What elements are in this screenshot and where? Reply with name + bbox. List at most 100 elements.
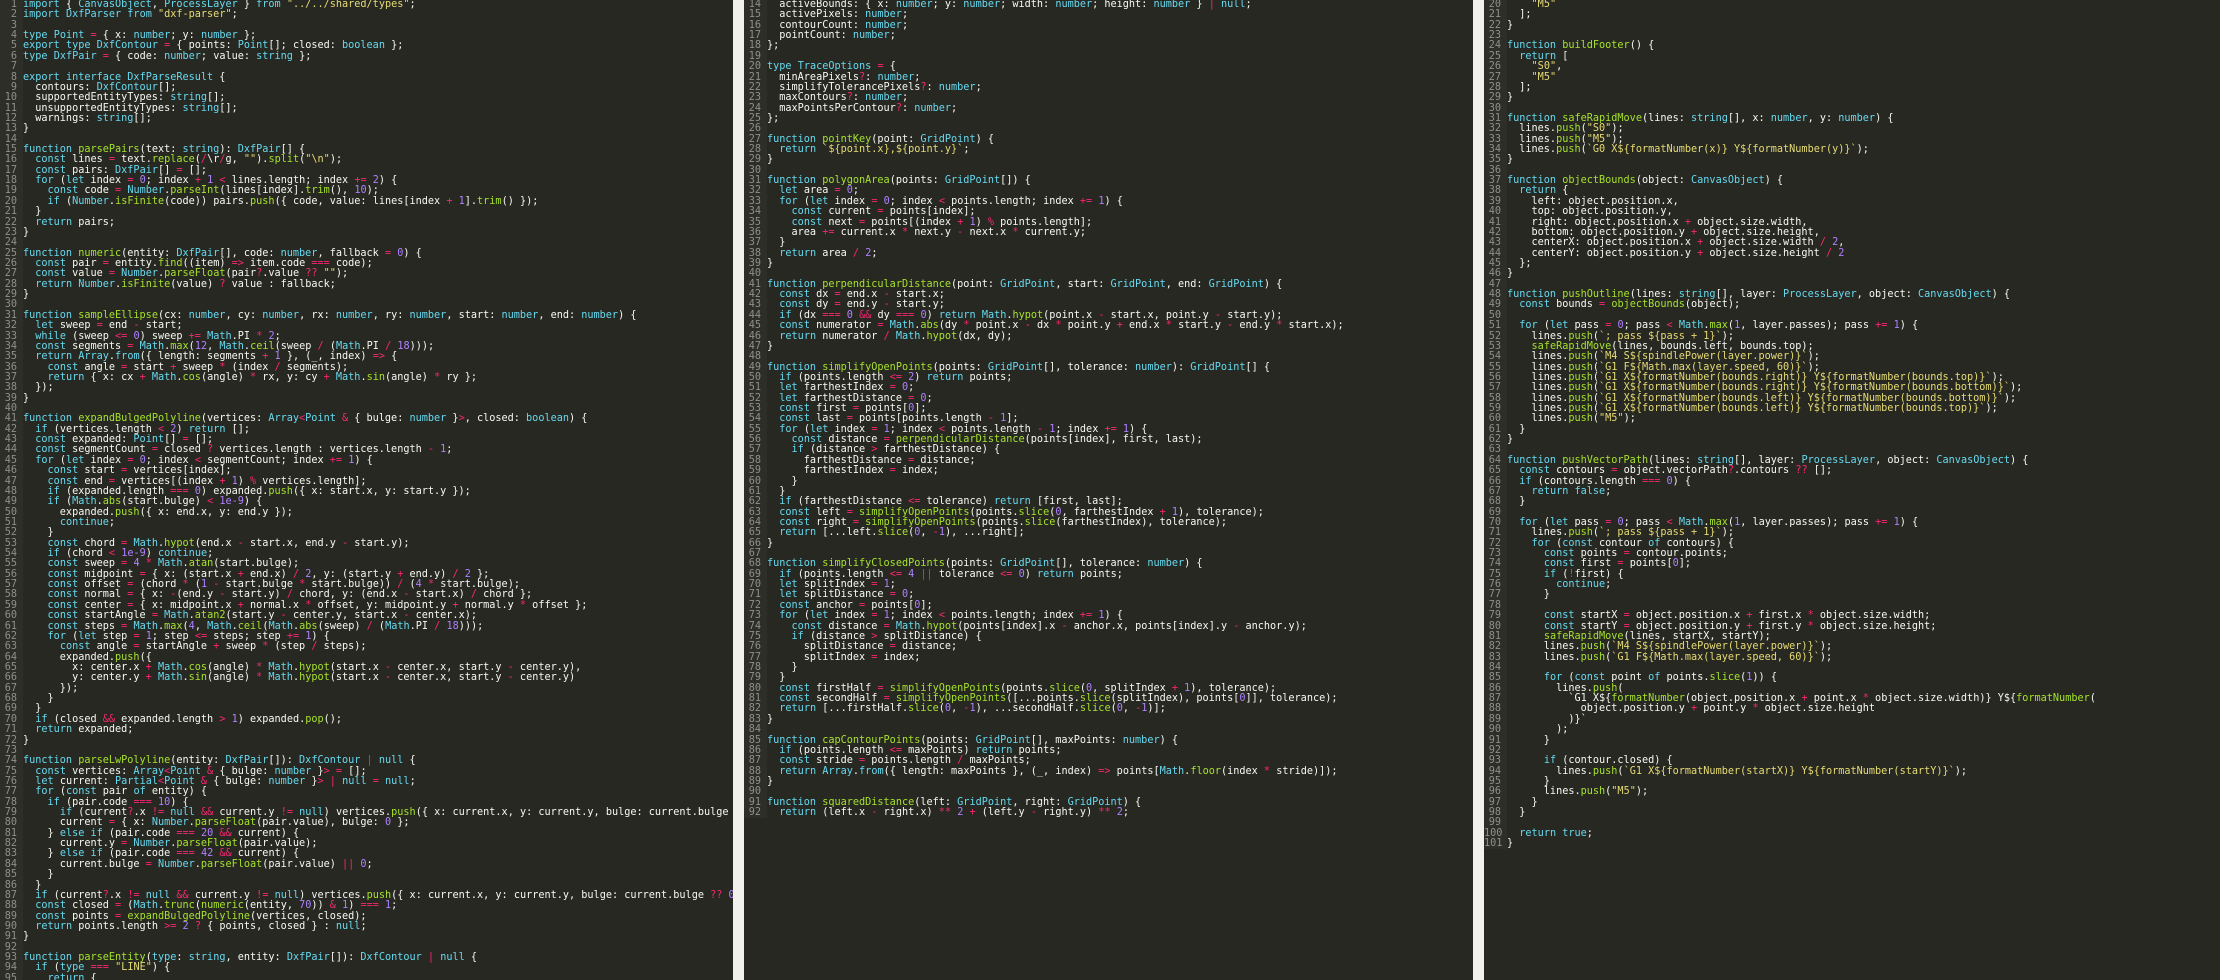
code-line[interactable]: 37 function objectBounds(object: CanvasOb… — [1484, 175, 2220, 187]
code-line[interactable]: 29} — [744, 155, 1473, 166]
code-line[interactable]: 44 centerY: object.position.y + object.s… — [1484, 248, 2220, 259]
code-line[interactable]: 45 const numerator = Math.abs(dy * point… — [744, 320, 1473, 332]
editor-pane-right[interactable]: 20 "M5" 21 ]; 22} 23 24 function buildFooter(… — [1484, 0, 2220, 980]
code-line[interactable]: 25}; — [744, 113, 1473, 125]
code-line[interactable]: 29} — [1484, 92, 2220, 104]
code-line[interactable]: 100 return true; — [1484, 828, 2220, 840]
code-line[interactable]: 27 "M5" — [1484, 72, 2220, 83]
code-line[interactable]: 2 import DxfParser from "dxf-parser"; — [0, 9, 733, 21]
code-line[interactable]: 32 let sweep = end - start; — [0, 320, 733, 332]
code-line[interactable]: 67 }); — [0, 683, 733, 695]
code-line[interactable]: 24 function buildFooter() { — [1484, 41, 2220, 52]
code-line[interactable]: 47} — [744, 341, 1473, 353]
code-line[interactable]: 101} — [1484, 838, 2220, 850]
code-line[interactable]: 91} — [0, 931, 733, 943]
code-line[interactable]: 88 object.position.y + point.y * object.… — [1484, 704, 2220, 715]
code-line[interactable]: 98 } — [1484, 807, 2220, 819]
code-line[interactable]: 28 return `${point.x},${point.y}`; — [744, 144, 1473, 156]
editor-pane-left[interactable]: 1 import { CanvasObject, ProcessLayer } f… — [0, 0, 733, 980]
code-line[interactable]: 37 return { x: cx + Math.cos(angle) * rx… — [0, 372, 733, 384]
code-line[interactable]: 21 ]; — [1484, 9, 2220, 21]
code-line[interactable]: 97 } — [1484, 797, 2220, 809]
code-text: warnings: string[]; — [23, 112, 152, 124]
code-line[interactable]: 22 return pairs; — [0, 217, 733, 228]
code-line[interactable]: 82 return [...firstHalf.slice(0, -1), ..… — [744, 704, 1473, 715]
code-line[interactable]: 66} — [744, 538, 1473, 550]
code-line[interactable]: 49 const bounds = objectBounds(object); — [1484, 300, 2220, 311]
code-line[interactable]: 68 } — [0, 693, 733, 705]
code-line[interactable]: 23} — [0, 227, 733, 239]
code-text: return (left.x - right.x) ** 2 + (left.y… — [779, 807, 1130, 819]
code-line[interactable]: 38 }); — [0, 382, 733, 394]
code-text: lines.push(`G1 X${formatNumber(startX)} … — [1507, 765, 1968, 777]
code-line[interactable]: 51 for (let pass = 0; pass < Math.max(1,… — [1484, 320, 2220, 332]
code-line[interactable]: 6 type DxfPair = { code: number; value: s… — [0, 51, 733, 63]
code-line[interactable]: 91 } — [1484, 734, 2220, 746]
code-line[interactable]: 29} — [0, 289, 733, 301]
code-line[interactable]: 77 splitIndex = index; — [744, 652, 1473, 663]
code-line[interactable]: 60 lines.push("M5"); — [1484, 414, 2220, 425]
code-line[interactable]: 94 lines.push(`G1 X${formatNumber(startX… — [1484, 765, 2220, 777]
code-line[interactable]: 94 if (type === "LINE") { — [0, 963, 733, 974]
code-line[interactable]: 66 y: center.y + Math.sin(angle) * Math.… — [0, 672, 733, 684]
code-line[interactable]: 84 current.bulge = Number.parseFloat(pai… — [0, 859, 733, 871]
code-line[interactable]: 39} — [0, 393, 733, 405]
code-line[interactable]: 25 return [ — [1484, 51, 2220, 63]
code-line[interactable]: 34 lines.push(`G0 X${formatNumber(x)} Y$… — [1484, 144, 2220, 156]
code-line[interactable]: 45 }; — [1484, 258, 2220, 270]
code-line[interactable]: 99 — [1484, 818, 2220, 829]
code-line[interactable]: 34 const current = points[index]; — [744, 206, 1473, 218]
code-line[interactable]: 96 lines.push("M5"); — [1484, 786, 2220, 798]
editor-pane-middle[interactable]: 14 activeBounds: { x: number; y: number;… — [744, 0, 1473, 980]
code-line[interactable]: 28 return Number.isFinite(value) ? value… — [0, 278, 733, 291]
code-line[interactable]: 61 } — [1484, 424, 2220, 436]
code-line[interactable]: 62} — [1484, 434, 2220, 446]
code-line[interactable]: 85 } — [0, 869, 733, 881]
code-line[interactable]: 78 } — [744, 662, 1473, 674]
code-line[interactable]: 40 top: object.position.y, — [1484, 206, 2220, 218]
code-line[interactable]: 79 const startX = object.position.x + fi… — [1484, 610, 2220, 622]
code-line[interactable]: 60 } — [744, 476, 1473, 487]
code-line[interactable]: 88 return Array.from({ length: maxPoints… — [744, 766, 1473, 777]
code-line[interactable]: 17 pointCount: number; — [744, 30, 1473, 42]
code-line[interactable]: 20 "M5" — [1484, 0, 2220, 11]
code-line[interactable]: 73 for (let index = 1; index < points.le… — [744, 610, 1473, 622]
code-line[interactable]: 39} — [744, 258, 1473, 270]
code-line[interactable]: 28 ]; — [1484, 82, 2220, 94]
code-line[interactable]: 65 return [...left.slice(0, -1), ...righ… — [744, 527, 1473, 539]
code-line[interactable]: 71 return expanded; — [0, 724, 733, 736]
code-line[interactable]: 59 farthestIndex = index; — [744, 465, 1473, 477]
code-line[interactable]: 18}; — [744, 41, 1473, 52]
code-line[interactable]: 13} — [0, 123, 733, 135]
code-line[interactable]: 67 return false; — [1484, 486, 2220, 498]
code-line[interactable]: 20 type TraceOptions = { — [744, 61, 1473, 73]
code-line[interactable]: 20 if (Number.isFinite(code)) pairs.push… — [0, 196, 733, 208]
code-line[interactable]: 95 return { — [0, 973, 733, 980]
code-line[interactable]: 21 } — [0, 206, 733, 218]
code-line[interactable]: 83} — [744, 714, 1473, 726]
code-line[interactable]: 92 return (left.x - right.x) ** 2 + (lef… — [744, 807, 1473, 819]
code-line[interactable]: 51 continue; — [0, 517, 733, 529]
code-line[interactable]: 22} — [1484, 20, 2220, 32]
code-text: farthestIndex = index; — [767, 465, 939, 477]
code-line[interactable]: 46 return numerator / Math.hypot(dx, dy)… — [744, 331, 1473, 342]
code-line[interactable]: 46} — [1484, 268, 2220, 280]
code-line[interactable]: 35} — [1484, 155, 2220, 166]
code-line[interactable]: 90 return points.length >= 2 ? { points,… — [0, 921, 733, 933]
code-line[interactable]: 24 maxPointsPerContour?: number; — [744, 103, 1473, 114]
code-text: return Number.isFinite(value) ? value : … — [35, 278, 336, 290]
code-line[interactable]: 72} — [0, 735, 733, 746]
code-line[interactable]: 26 "S0", — [1484, 61, 2220, 73]
code-line[interactable]: 68 } — [1484, 496, 2220, 508]
code-line[interactable]: 89} — [744, 776, 1473, 788]
code-text: } — [1507, 734, 1550, 746]
code-line[interactable]: 89 )}` — [1484, 714, 2220, 726]
code-line[interactable]: 36 area += current.x * next.y - next.x *… — [744, 227, 1473, 239]
code-line[interactable]: 38 return area / 2; — [744, 248, 1473, 259]
code-line[interactable]: 76 continue; — [1484, 579, 2220, 591]
code-line[interactable]: 12 warnings: string[]; — [0, 112, 733, 125]
code-line[interactable]: 83 lines.push(`G1 F${Math.max(layer.spee… — [1484, 652, 2220, 663]
code-line[interactable]: 77 } — [1484, 590, 2220, 601]
code-line[interactable]: 90 ); — [1484, 724, 2220, 736]
code-line[interactable]: 65 const contours = object.vectorPath?.c… — [1484, 465, 2220, 477]
